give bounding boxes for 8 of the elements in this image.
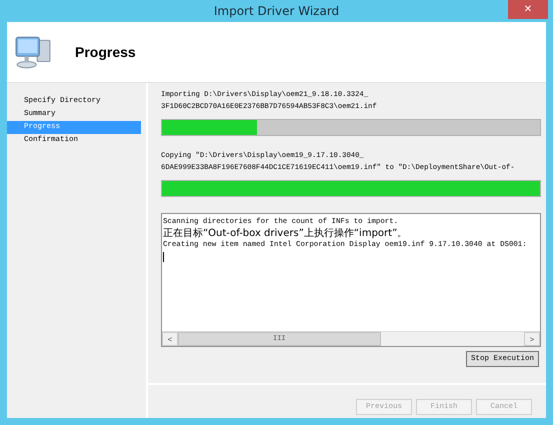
text-cursor — [163, 252, 164, 262]
log-line: 正在目标“Out-of-box drivers”上执行操作“import”。 — [163, 228, 408, 240]
close-button[interactable]: ✕ — [508, 0, 548, 19]
scroll-left-button[interactable]: < — [162, 332, 178, 346]
window-title: Import Driver Wizard — [214, 4, 340, 18]
scroll-right-button[interactable]: > — [524, 332, 540, 346]
computer-icon — [14, 34, 52, 70]
page-heading: Progress — [75, 44, 136, 60]
